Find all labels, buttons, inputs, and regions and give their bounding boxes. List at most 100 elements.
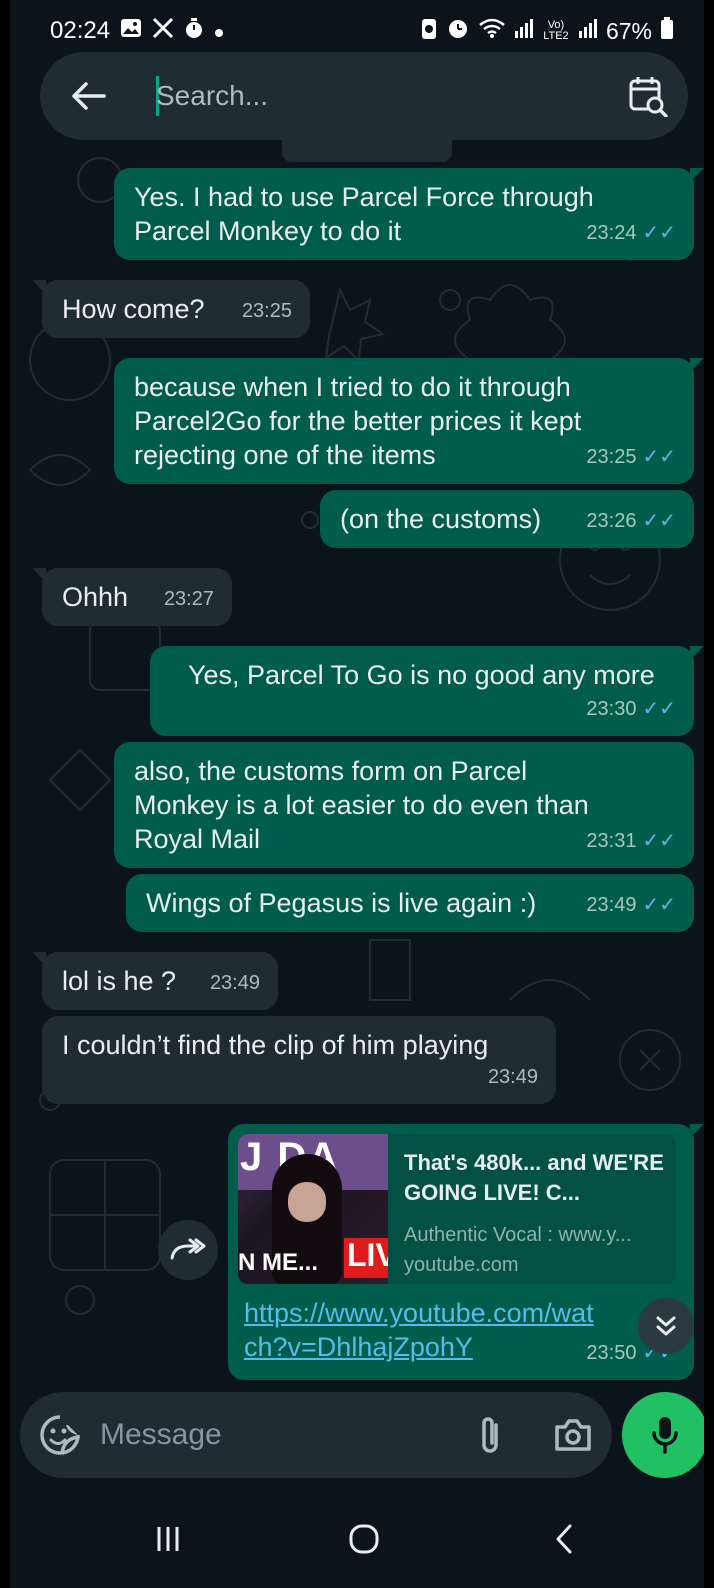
thumbnail-live-badge: LIV (344, 1238, 388, 1278)
thumbnail-text-bottom: N ME... (238, 1249, 319, 1276)
sticker-smiley-icon (40, 1415, 80, 1455)
recent-apps-button[interactable] (138, 1514, 198, 1564)
message-bubble[interactable]: lol is he ? 23:49 (32, 952, 278, 1010)
back-button[interactable] (66, 74, 110, 118)
message-time: 23:49 (209, 972, 260, 994)
message-meta: 23:25 (242, 294, 292, 328)
message-text: I couldn’t find the clip of him playing (62, 1030, 489, 1060)
emoji-button[interactable] (38, 1413, 82, 1457)
message-meta: 23:26 ✓✓ (586, 504, 676, 538)
status-right: Vo) LTE2 67% (420, 16, 674, 46)
bubble-tail (32, 280, 46, 294)
bubble-tail (32, 568, 46, 582)
paperclip-icon (482, 1417, 498, 1453)
search-by-date-button[interactable] (624, 72, 672, 120)
bubble-tail (690, 358, 704, 372)
camera-icon (555, 1419, 591, 1451)
message-text: also, the customs form on Parcel Monkey … (134, 756, 589, 854)
bubble-tail (690, 1124, 704, 1138)
link-preview-domain: youtube.com (404, 1254, 519, 1276)
read-receipt-icon: ✓✓ (642, 446, 676, 468)
message-time: 23:25 (241, 300, 292, 322)
recent-apps-icon (157, 1527, 179, 1551)
camera-button[interactable] (550, 1412, 596, 1458)
message-bubble[interactable]: Ohhh 23:27 (32, 568, 232, 626)
back-nav-button[interactable] (534, 1514, 594, 1564)
double-chevron-down-icon (656, 1316, 676, 1336)
wifi-icon (478, 17, 506, 45)
message-time: 23:49 (487, 1066, 538, 1088)
message-input[interactable] (100, 1413, 440, 1457)
message-meta: 23:30 ✓✓ (586, 692, 676, 726)
link-preview-card[interactable]: J DA N ME... LIV That's 480k... and WE'R… (238, 1134, 676, 1284)
home-button[interactable] (334, 1514, 394, 1564)
status-left: 02:24 (50, 17, 224, 46)
message-composer (20, 1392, 612, 1478)
message-time: 23:27 (163, 588, 214, 610)
message-link[interactable]: https://www.youtube.com/watch?v=DhlhajZp… (244, 1296, 604, 1364)
battery-icon (660, 16, 674, 46)
message-meta: 23:27 (164, 582, 214, 616)
scroll-to-bottom-button[interactable] (638, 1298, 694, 1354)
message-bubble[interactable]: also, the customs form on Parcel Monkey … (114, 742, 694, 868)
system-navigation-bar (10, 1490, 704, 1588)
message-bubble[interactable]: (on the customs) 23:26 ✓✓ (320, 490, 694, 548)
message-text: Yes, Parcel To Go is no good any more (188, 660, 655, 690)
network-label: Vo) LTE2 (543, 19, 569, 42)
bubble-tail (690, 646, 704, 660)
status-time: 02:24 (50, 17, 111, 44)
forward-button[interactable] (158, 1220, 218, 1280)
read-receipt-icon: ✓✓ (642, 510, 676, 532)
image-icon (120, 17, 142, 45)
voice-message-button[interactable] (622, 1392, 704, 1478)
link-preview-title: That's 480k... and WE'RE GOING LIVE! C..… (404, 1150, 664, 1205)
message-bubble[interactable]: Wings of Pegasus is live again :) 23:49 ✓… (126, 874, 694, 932)
message-meta: 23:31 ✓✓ (586, 824, 676, 858)
message-bubble[interactable]: because when I tried to do it through Pa… (114, 358, 704, 484)
forward-icon (170, 1238, 206, 1260)
bubble-tail (690, 168, 704, 182)
message-meta: 23:49 ✓✓ (586, 888, 676, 922)
alarm-icon (446, 16, 470, 46)
calendar-search-icon (629, 77, 668, 117)
message-bubble[interactable]: I couldn’t find the clip of him playing … (42, 1016, 556, 1104)
dot-icon (214, 17, 224, 45)
signal-icon (514, 17, 534, 45)
search-bar (40, 52, 688, 140)
attach-button[interactable] (468, 1412, 514, 1458)
message-time: 23:26 (586, 510, 637, 532)
read-receipt-icon: ✓✓ (642, 698, 676, 720)
message-meta: 23:49 (488, 1060, 538, 1094)
message-time: 23:31 (586, 830, 637, 852)
home-icon (349, 1524, 379, 1554)
search-input[interactable] (156, 74, 616, 118)
message-meta: 23:49 (210, 966, 260, 1000)
bubble-tail (32, 952, 46, 966)
video-thumbnail: J DA N ME... LIV (238, 1134, 388, 1284)
message-time: 23:25 (586, 446, 637, 468)
read-receipt-icon: ✓✓ (642, 830, 676, 852)
message-meta: 23:24 ✓✓ (586, 216, 676, 250)
message-time: 23:49 (586, 894, 637, 916)
chevron-left-icon (556, 1524, 572, 1554)
thumbnail-face (288, 1182, 326, 1222)
message-time: 23:30 (586, 698, 637, 720)
message-meta: 23:25 ✓✓ (586, 440, 676, 474)
message-time: 23:50 (586, 1342, 637, 1364)
read-receipt-icon: ✓✓ (642, 894, 676, 916)
message-bubble[interactable]: Yes. I had to use Parcel Force through P… (114, 168, 704, 260)
link-preview-description: Authentic Vocal : www.y... (404, 1224, 632, 1246)
signal-icon (578, 17, 598, 45)
chat-screen: 02:24 Vo) LTE2 67% Search... Yes. I had … (10, 0, 704, 1588)
message-bubble[interactable]: Yes, Parcel To Go is no good any more 23… (150, 646, 704, 736)
battery-saver-icon (420, 16, 438, 46)
message-bubble[interactable]: How come? 23:25 (32, 280, 310, 338)
read-receipt-icon: ✓✓ (642, 222, 676, 244)
battery-percent: 67% (605, 17, 652, 44)
message-time: 23:24 (586, 222, 637, 244)
link-message-bubble[interactable]: J DA N ME... LIV That's 480k... and WE'R… (228, 1124, 704, 1380)
microphone-icon (652, 1417, 678, 1454)
arrow-left-icon (72, 82, 106, 110)
clipped-bubble (282, 140, 452, 162)
timer-icon (184, 17, 204, 46)
